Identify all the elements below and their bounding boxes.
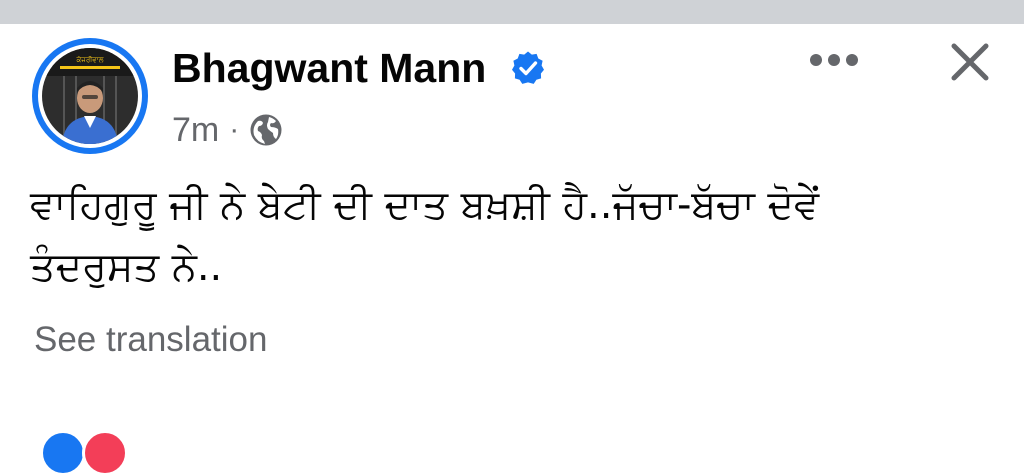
avatar[interactable]: ਕੇਜਰੀਵਾਲ: [32, 38, 148, 154]
reaction-icons[interactable]: [40, 430, 128, 476]
post-text-line: ਵਾਹਿਗੁਰੂ ਜੀ ਨੇ ਬੇਟੀ ਦੀ ਦਾਤ ਬਖ਼ਸ਼ੀ ਹੈ..ਜੱ…: [30, 182, 820, 228]
author-name[interactable]: Bhagwant Mann: [172, 44, 486, 92]
love-reaction-icon: [82, 430, 128, 476]
post-meta: 7m ·: [172, 108, 283, 152]
post-body: ਵਾਹਿਗੁਰੂ ਜੀ ਨੇ ਬੇਟੀ ਦੀ ਦਾਤ ਬਖ਼ਸ਼ੀ ਹੈ..ਜੱ…: [30, 174, 970, 298]
post-timestamp[interactable]: 7m: [172, 108, 219, 152]
meta-separator: ·: [229, 113, 240, 146]
globe-icon[interactable]: [249, 113, 283, 147]
verified-badge-icon: [512, 51, 544, 84]
avatar-portrait-icon: ਕੇਜਰੀਵਾਲ: [42, 48, 138, 144]
top-strip: [0, 0, 1024, 24]
avatar-ring: ਕੇਜਰੀਵਾਲ: [38, 44, 142, 148]
avatar-image: ਕੇਜਰੀਵਾਲ: [42, 48, 138, 144]
more-horizontal-icon: [810, 54, 858, 66]
more-options-button[interactable]: [804, 36, 864, 84]
see-translation-link[interactable]: See translation: [34, 318, 267, 362]
avatar-banner-text: ਕੇਜਰੀਵਾਲ: [76, 55, 104, 64]
post-text-line: ਤੰਦਰੁਸਤ ਨੇ..: [30, 244, 223, 290]
close-button[interactable]: [940, 32, 1000, 92]
like-reaction-icon: [40, 430, 86, 476]
close-icon: [951, 43, 989, 81]
